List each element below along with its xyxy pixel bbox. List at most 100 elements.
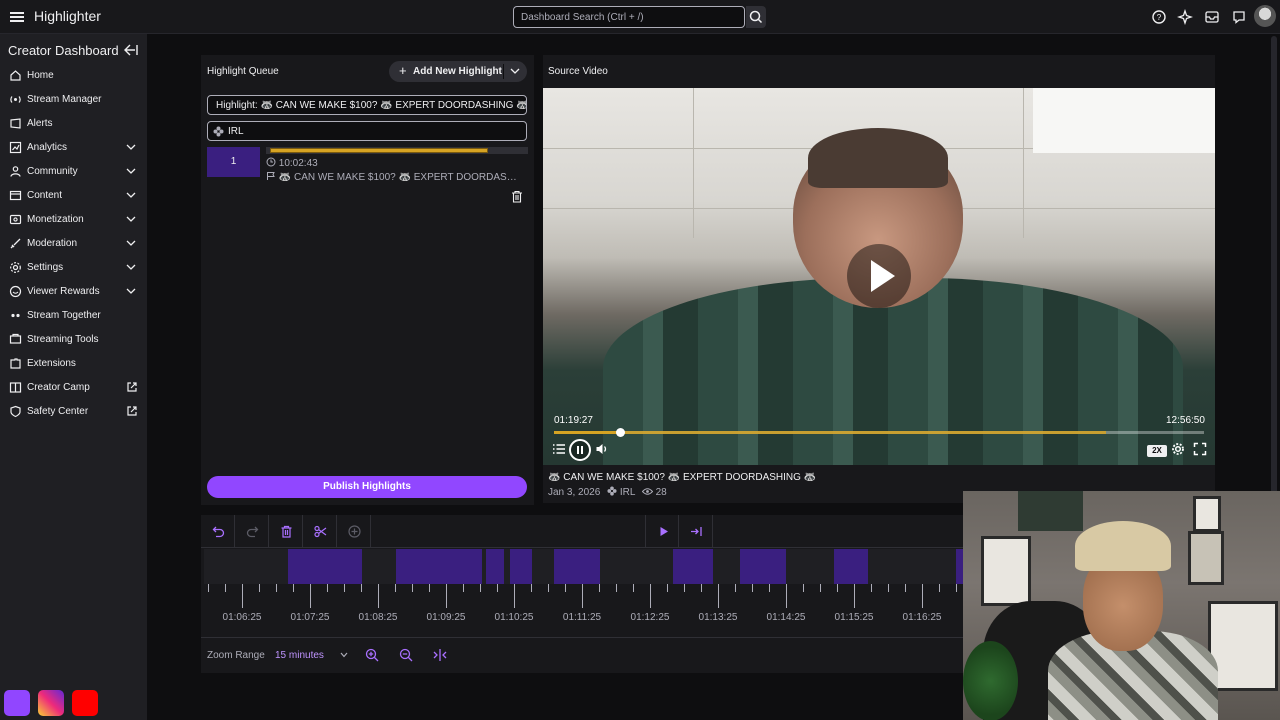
add-segment-button[interactable] xyxy=(337,515,371,548)
collapse-arrow-icon[interactable] xyxy=(124,44,138,56)
timeline-segment[interactable] xyxy=(510,549,532,584)
sidebar-item-label: Creator Camp xyxy=(27,382,90,393)
help-icon[interactable]: ? xyxy=(1151,9,1167,25)
webcam-plant xyxy=(963,641,1018,720)
ruler-minor-tick xyxy=(293,584,294,592)
ruler-tick-label: 01:14:25 xyxy=(766,612,806,623)
sidebar-item-extensions[interactable]: Extensions xyxy=(0,354,147,374)
timeline-segment[interactable] xyxy=(740,549,786,584)
timeline-ruler: 01:06:25 01:07:25 01:08:25 01:09:25 01:10:25… xyxy=(204,584,976,636)
sparkle-icon[interactable] xyxy=(1177,9,1193,25)
seek-bar[interactable] xyxy=(554,428,1204,437)
skip-to-end-button[interactable] xyxy=(679,515,713,548)
ruler-major-tick xyxy=(446,584,447,608)
chevron-down-icon[interactable] xyxy=(510,67,520,75)
sidebar-item-monetization[interactable]: Monetization xyxy=(0,210,147,230)
volume-icon[interactable] xyxy=(595,442,609,456)
ruler-minor-tick xyxy=(752,584,753,592)
publish-highlights-button[interactable]: Publish Highlights xyxy=(207,476,527,498)
ruler-major-tick xyxy=(718,584,719,608)
sidebar-item-creator-camp[interactable]: Creator Camp xyxy=(0,378,147,398)
ruler-minor-tick xyxy=(939,584,940,592)
fullscreen-icon[interactable] xyxy=(1193,442,1207,456)
video-subject-hair xyxy=(808,128,948,188)
play-button[interactable] xyxy=(645,515,679,548)
webcam-subject-cap xyxy=(1075,521,1171,571)
delete-button[interactable] xyxy=(269,515,303,548)
pause-button[interactable] xyxy=(569,439,591,461)
category-value: IRL xyxy=(228,126,244,137)
search-icon xyxy=(749,10,763,24)
timeline-segment[interactable] xyxy=(834,549,868,584)
avatar[interactable] xyxy=(1254,5,1276,27)
sidebar-item-viewer-rewards[interactable]: Viewer Rewards xyxy=(0,282,147,302)
ruler-minor-tick xyxy=(616,584,617,592)
highlight-title-input[interactable]: Highlight: 🦝 CAN WE MAKE $100? 🦝 EXPERT … xyxy=(207,95,527,115)
timeline-track[interactable] xyxy=(204,549,976,584)
redo-button[interactable] xyxy=(235,515,269,548)
sidebar-item-settings[interactable]: Settings xyxy=(0,258,147,278)
ruler-minor-tick xyxy=(480,584,481,592)
search-button[interactable] xyxy=(746,6,766,28)
zoom-out-icon[interactable] xyxy=(399,648,413,662)
ruler-minor-tick xyxy=(599,584,600,592)
timeline-segment[interactable] xyxy=(486,549,504,584)
zoom-range-select[interactable]: 15 minutes xyxy=(275,650,324,661)
sidebar-item-label: Alerts xyxy=(27,118,53,129)
sidebar-item-stream-together[interactable]: Stream Together xyxy=(0,306,147,326)
timeline-segment[interactable] xyxy=(673,549,713,584)
undo-button[interactable] xyxy=(201,515,235,548)
dashboard-search-input[interactable]: Dashboard Search (Ctrl + /) xyxy=(513,6,745,28)
bell-icon xyxy=(10,118,21,129)
ruler-minor-tick xyxy=(888,584,889,592)
twitch-icon xyxy=(4,690,30,716)
sidebar-item-streaming-tools[interactable]: Streaming Tools xyxy=(0,330,147,350)
add-new-highlight-button[interactable]: + Add New Highlight xyxy=(389,61,527,82)
community-icon xyxy=(10,166,21,177)
ruler-tick-label: 01:06:25 xyxy=(222,612,262,623)
clip-duration: 10:02:43 xyxy=(266,157,318,169)
play-icon[interactable] xyxy=(847,244,911,308)
zoom-in-icon[interactable] xyxy=(365,648,379,662)
sidebar-item-stream-manager[interactable]: Stream Manager xyxy=(0,90,147,110)
fit-to-view-icon[interactable] xyxy=(433,648,447,662)
seek-handle[interactable] xyxy=(616,428,625,437)
menu-icon[interactable] xyxy=(6,6,28,28)
timeline-segment[interactable] xyxy=(288,549,362,584)
sidebar-item-safety-center[interactable]: Safety Center xyxy=(0,402,147,422)
whispers-icon[interactable] xyxy=(1231,9,1247,25)
source-video-panel: Source Video 01:19:27 12:56:50 2X 🦝 CAN … xyxy=(543,55,1215,503)
split-button[interactable] xyxy=(303,515,337,548)
timeline-segment[interactable] xyxy=(554,549,600,584)
sidebar-item-moderation[interactable]: Moderation xyxy=(0,234,147,254)
playback-speed-button[interactable]: 2X xyxy=(1147,445,1167,457)
zoom-range-label: Zoom Range xyxy=(207,650,265,661)
webcam-overlay xyxy=(963,491,1280,720)
video-category[interactable]: IRL xyxy=(620,487,635,498)
ruler-major-tick xyxy=(242,584,243,608)
sidebar-item-community[interactable]: Community xyxy=(0,162,147,182)
timeline-segment[interactable] xyxy=(396,549,482,584)
ruler-minor-tick xyxy=(497,584,498,592)
clip-description: 🦝 CAN WE MAKE $100? 🦝 EXPERT DOORDASHIN.… xyxy=(266,171,521,183)
sidebar-item-alerts[interactable]: Alerts xyxy=(0,114,147,134)
ruler-major-tick xyxy=(786,584,787,608)
sidebar-item-content[interactable]: Content xyxy=(0,186,147,206)
ruler-minor-tick xyxy=(871,584,872,592)
clip-range-bar[interactable] xyxy=(266,147,528,154)
scissors-icon xyxy=(314,525,327,538)
trash-icon[interactable] xyxy=(511,190,523,203)
chapters-icon[interactable] xyxy=(552,442,566,456)
webcam-wall-frame xyxy=(1193,496,1221,532)
ruler-minor-tick xyxy=(956,584,957,592)
clip-number[interactable]: 1 xyxy=(207,147,260,177)
gear-icon[interactable] xyxy=(1171,442,1185,456)
category-input[interactable]: IRL xyxy=(207,121,527,141)
video-player[interactable]: 01:19:27 12:56:50 2X xyxy=(543,88,1215,465)
sidebar-item-analytics[interactable]: Analytics xyxy=(0,138,147,158)
inbox-icon[interactable] xyxy=(1204,9,1220,25)
ruler-minor-tick xyxy=(820,584,821,592)
chevron-down-icon[interactable] xyxy=(340,652,348,658)
ruler-minor-tick xyxy=(769,584,770,592)
sidebar-item-home[interactable]: Home xyxy=(0,66,147,86)
